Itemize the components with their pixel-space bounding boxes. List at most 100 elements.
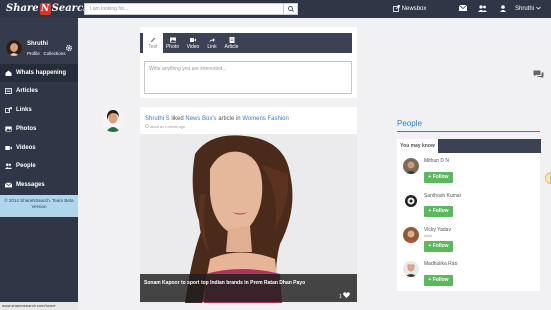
plus-icon: +	[428, 277, 432, 283]
search-input[interactable]: I am looking for...	[84, 3, 298, 15]
people-icon	[5, 163, 12, 169]
sidebar-item-label: Videos	[16, 145, 36, 151]
tab-video[interactable]: Video	[184, 33, 202, 53]
logo-text-n: N	[39, 3, 51, 15]
sharensearch-logo[interactable]: Share N Search	[6, 2, 90, 16]
sidebar-item-label: People	[16, 163, 36, 169]
person-subtitle: Artist	[424, 234, 432, 238]
post-category-link[interactable]: Womens Fashion	[242, 116, 289, 122]
post-verb-article: article in	[218, 116, 241, 122]
sidebar-user-links: Profile Collections	[27, 51, 66, 56]
clock-icon	[145, 124, 149, 128]
person-avatar[interactable]	[403, 227, 419, 243]
post-time-text: about an 4 minute ago	[149, 125, 185, 129]
messages-nav-button[interactable]	[458, 0, 468, 18]
tab-label: Article	[224, 44, 239, 50]
follow-label: Follow	[432, 174, 449, 180]
post-owner-link[interactable]: News Box's	[185, 116, 216, 122]
tab-label: Text	[148, 44, 158, 50]
sidebar-item-label: Articles	[16, 88, 39, 94]
newsbox-link[interactable]: Newsbox	[393, 0, 426, 18]
person-avatar[interactable]	[403, 158, 419, 174]
follow-button[interactable]: + Follow	[424, 206, 453, 217]
chevron-down-icon	[535, 7, 541, 10]
tab-photo[interactable]: Photo	[164, 33, 181, 53]
plus-icon: +	[428, 174, 432, 180]
scroll-handle[interactable]	[545, 172, 551, 184]
user-menu-label: Shruthi	[515, 6, 535, 12]
tab-label: Link	[207, 44, 217, 50]
sidebar-item-people[interactable]: People	[0, 157, 78, 175]
video-icon	[5, 146, 12, 150]
composer-textarea[interactable]: Write anything you are interested...	[144, 61, 352, 94]
article-icon	[5, 88, 12, 94]
post-actor-link[interactable]: Shruthi S	[145, 116, 170, 122]
plus-icon: +	[428, 243, 432, 249]
person-avatar[interactable]	[403, 193, 419, 209]
person-avatar[interactable]	[403, 261, 419, 277]
people-panel-title: People	[397, 119, 422, 128]
user-menu-dropdown[interactable]: Shruthi	[515, 0, 541, 18]
share-arrow-icon	[209, 38, 215, 43]
search-icon	[288, 6, 294, 12]
follow-label: Follow	[432, 277, 449, 283]
sidebar-item-links[interactable]: Links	[0, 101, 78, 119]
photo-icon	[169, 37, 176, 43]
follow-label: Follow	[432, 243, 449, 249]
post-caption[interactable]: Sonam Kapoor to sport top Indian brands …	[144, 280, 305, 286]
tab-label: Photo	[165, 44, 180, 50]
logo-text-share: Share	[6, 3, 39, 14]
newsbox-label: Newsbox	[401, 6, 427, 12]
pencil-icon	[150, 37, 156, 43]
person-name[interactable]: Mithun D N	[424, 158, 449, 164]
sidebar-item-messages[interactable]: Messages	[0, 176, 78, 194]
follow-label: Follow	[432, 208, 449, 214]
person-name[interactable]: Santhosh Kumar	[424, 193, 461, 199]
search-placeholder: I am looking for...	[90, 6, 129, 12]
sidebar-avatar[interactable]	[6, 40, 22, 56]
sidebar-item-label: Photos	[16, 126, 37, 132]
user-avatar-menu[interactable]	[500, 0, 506, 18]
post-like-count[interactable]: 1	[339, 292, 351, 300]
sidebar-item-photos[interactable]: Photos	[0, 120, 78, 138]
people-panel-divider	[397, 131, 540, 132]
settings-gear-icon[interactable]	[65, 44, 73, 52]
post-timestamp: about an 4 minute ago	[145, 124, 185, 129]
video-icon	[190, 38, 196, 42]
envelope-icon	[5, 182, 12, 188]
tab-you-may-know[interactable]: You may know	[397, 139, 438, 153]
sidebar-item-label: Links	[16, 107, 32, 113]
copyright-notice: © 2014 ShareNSearch. Team Beta Version	[0, 195, 78, 217]
person-name[interactable]: Madhulika Rao	[424, 261, 457, 267]
follow-button[interactable]: + Follow	[424, 275, 453, 286]
like-count-text: 1	[339, 294, 342, 300]
link-icon	[5, 107, 12, 113]
sidebar-item-articles[interactable]: Articles	[0, 82, 78, 100]
photo-icon	[5, 126, 12, 132]
post-author-avatar[interactable]	[101, 108, 125, 132]
tab-label: Video	[186, 44, 200, 50]
people-tab-bar	[438, 139, 541, 153]
sidebar-item-videos[interactable]: Videos	[0, 139, 78, 157]
tab-link[interactable]: Link	[204, 33, 220, 53]
article-icon	[229, 37, 234, 43]
browser-status-url: www.sharensearch.com/home	[0, 302, 78, 310]
chat-bubble-icon[interactable]	[533, 70, 544, 79]
sidebar-item-label: Messages	[16, 182, 45, 188]
tab-text[interactable]: Text	[143, 33, 163, 53]
composer-placeholder: Write anything you are interested...	[149, 66, 227, 72]
follow-button[interactable]: + Follow	[424, 172, 453, 183]
sidebar-item-whats-happening[interactable]: Whats happening	[0, 64, 78, 82]
person-name[interactable]: Vicky Yadav	[424, 227, 451, 233]
post-verb-liked: liked	[171, 116, 184, 122]
people-icon	[478, 5, 487, 12]
post-activity-line: Shruthi S liked News Box's article in Wo…	[145, 116, 289, 122]
sidebar-user-name[interactable]: Shruthi	[27, 41, 48, 47]
collections-link[interactable]: Collections	[44, 51, 66, 56]
friends-nav-button[interactable]	[478, 0, 487, 18]
profile-link[interactable]: Profile	[27, 51, 40, 56]
follow-button[interactable]: + Follow	[424, 241, 453, 252]
tab-article[interactable]: Article	[222, 33, 241, 53]
search-button[interactable]	[283, 4, 297, 14]
heart-icon	[343, 292, 351, 298]
